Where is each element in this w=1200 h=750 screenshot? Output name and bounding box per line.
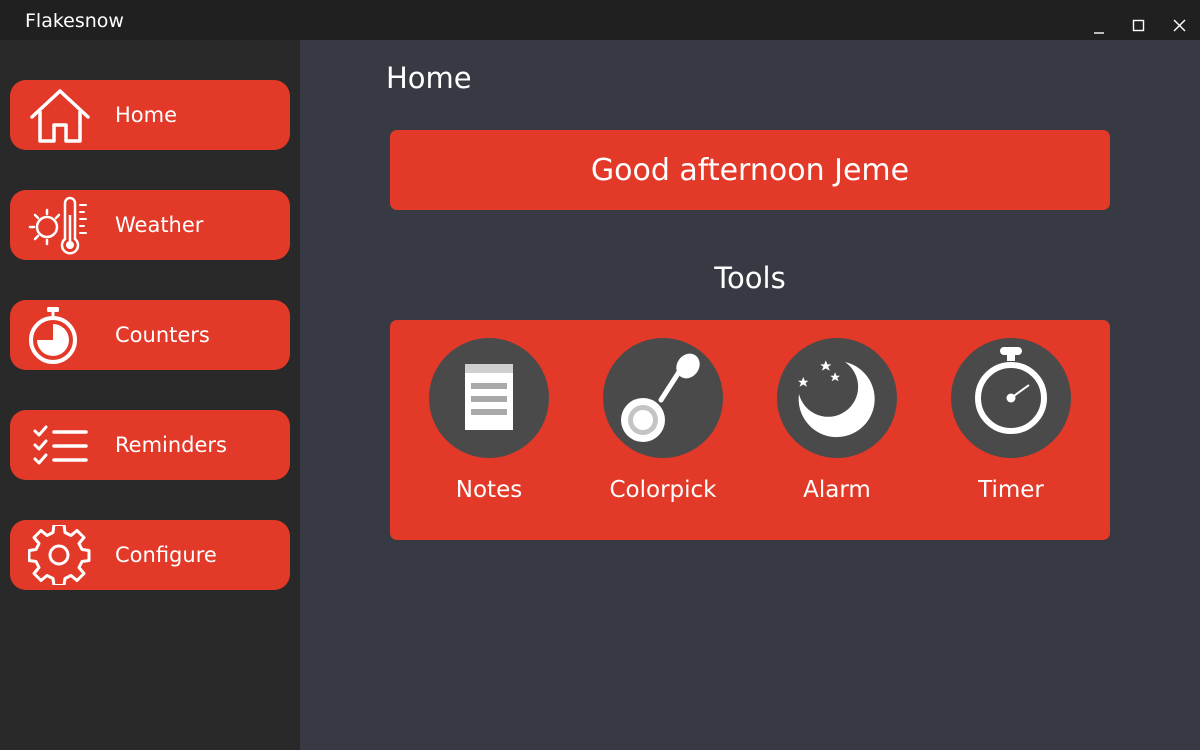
- tool-alarm-button[interactable]: [777, 338, 897, 458]
- tool-label: Alarm: [803, 477, 871, 503]
- tool-alarm[interactable]: Alarm: [757, 338, 917, 518]
- minimize-icon: [1094, 32, 1104, 34]
- tool-label: Colorpick: [609, 477, 717, 503]
- maximize-button[interactable]: [1122, 10, 1154, 38]
- tool-colorpick[interactable]: Colorpick: [583, 338, 743, 518]
- timer-icon: [975, 347, 1047, 434]
- page-title: Home: [386, 61, 472, 95]
- colorpicker-icon: [621, 353, 700, 442]
- tool-label: Notes: [455, 477, 523, 503]
- tool-timer-button[interactable]: [951, 338, 1071, 458]
- gear-icon: [28, 525, 91, 585]
- sidebar-item-label: Counters: [115, 323, 210, 347]
- greeting-text: Good afternoon Jeme: [590, 152, 910, 188]
- close-button[interactable]: [1163, 10, 1195, 38]
- sidebar-item-weather[interactable]: Weather: [10, 190, 290, 260]
- tool-colorpick-button[interactable]: [603, 338, 723, 458]
- minimize-button[interactable]: [1083, 10, 1115, 38]
- app-window: Flakesnow Home Weather Counters Reminder…: [0, 0, 1200, 750]
- sidebar-item-counters[interactable]: Counters: [10, 300, 290, 370]
- sidebar-item-reminders[interactable]: Reminders: [10, 410, 290, 480]
- tool-label: Timer: [978, 477, 1044, 503]
- stopwatch-icon: [29, 307, 77, 364]
- app-title: Flakesnow: [25, 10, 124, 32]
- sidebar-item-label: Home: [115, 103, 178, 127]
- close-icon: [1173, 19, 1186, 32]
- sidebar: Home Weather Counters Reminders Configur…: [0, 40, 300, 750]
- tool-notes[interactable]: Notes: [409, 338, 569, 518]
- sidebar-item-label: Configure: [115, 543, 217, 567]
- sidebar-item-label: Weather: [115, 213, 204, 237]
- tool-timer[interactable]: Timer: [931, 338, 1091, 518]
- sidebar-item-configure[interactable]: Configure: [10, 520, 290, 590]
- weather-icon: [28, 196, 87, 255]
- tools-heading: Tools: [714, 261, 786, 295]
- maximize-icon: [1132, 19, 1145, 32]
- title-bar: Flakesnow: [0, 0, 1200, 40]
- tool-notes-button[interactable]: [429, 338, 549, 458]
- notes-icon: [465, 364, 513, 430]
- greeting-banner: Good afternoon Jeme: [390, 130, 1110, 210]
- moon-icon: [798, 360, 875, 438]
- sidebar-item-label: Reminders: [115, 433, 227, 457]
- tools-panel: Notes Colorpick Alarm Timer: [390, 320, 1110, 540]
- home-icon: [30, 89, 90, 143]
- sidebar-item-home[interactable]: Home: [10, 80, 290, 150]
- checklist-icon: [33, 425, 88, 465]
